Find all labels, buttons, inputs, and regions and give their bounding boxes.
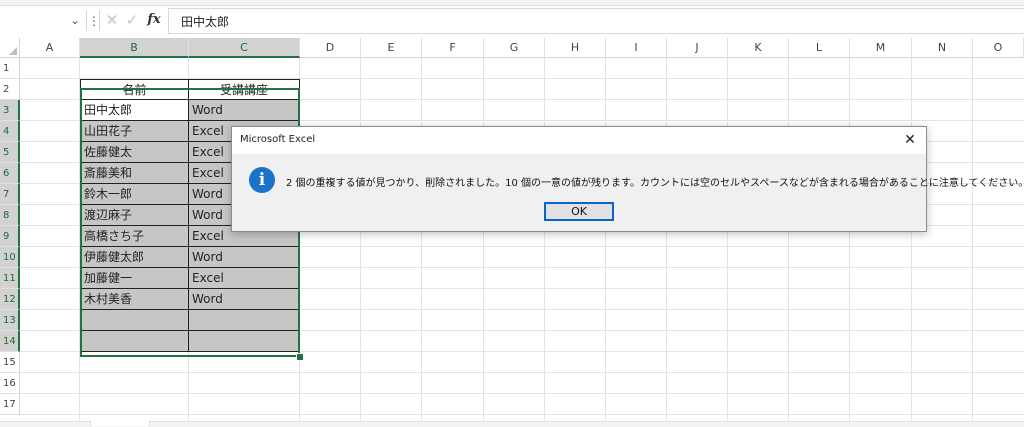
enter-icon[interactable]: ✓: [124, 11, 140, 29]
dialog-message: 2 個の重複する値が見つかり、削除されました。10 個の一意の値が残ります。カウ…: [286, 178, 1024, 189]
ribbon-edge: [0, 0, 1024, 6]
table-cell[interactable]: 加藤健一: [80, 268, 189, 289]
row-header-2[interactable]: 2: [0, 79, 20, 100]
sheet-tab[interactable]: [90, 421, 150, 426]
select-all-button[interactable]: [0, 38, 20, 58]
table-cell[interactable]: [189, 310, 300, 331]
column-header-i[interactable]: I: [606, 38, 667, 58]
table-cell[interactable]: 伊藤健太郎: [80, 247, 189, 268]
formula-input[interactable]: 田中太郎: [168, 8, 1024, 34]
table-cell[interactable]: 高橋さち子: [80, 226, 189, 247]
formula-bar-divider: [86, 10, 87, 31]
row-header-16[interactable]: 16: [0, 373, 20, 394]
row-header-3[interactable]: 3: [0, 100, 20, 121]
gridline-vertical: [360, 58, 361, 422]
gridline-vertical: [727, 58, 728, 422]
column-header-o[interactable]: O: [973, 38, 1024, 58]
close-icon[interactable]: ✕: [898, 130, 922, 150]
chevron-down-icon[interactable]: ⌄: [68, 13, 82, 29]
formula-bar: ⌄ ⋮ ✕ ✓ fx 田中太郎: [0, 0, 1024, 38]
column-header-h[interactable]: H: [545, 38, 606, 58]
table-cell[interactable]: 木村美香: [80, 289, 189, 310]
cancel-icon[interactable]: ✕: [104, 11, 120, 29]
gridline-horizontal: [20, 372, 1024, 373]
dialog-titlebar: Microsoft Excel ✕: [232, 127, 926, 154]
table-cell[interactable]: 鈴木一郎: [80, 184, 189, 205]
table-cell[interactable]: 佐藤健太: [80, 142, 189, 163]
column-header-d[interactable]: D: [300, 38, 361, 58]
row-header-8[interactable]: 8: [0, 205, 20, 226]
table-cell[interactable]: Excel: [189, 268, 300, 289]
gridline-vertical: [849, 58, 850, 422]
gridline-vertical: [911, 58, 912, 422]
table-cell[interactable]: [80, 331, 189, 352]
gridline-vertical: [483, 58, 484, 422]
table-cell[interactable]: 斎藤美和: [80, 163, 189, 184]
table-header-cell[interactable]: 受講講座: [189, 79, 300, 100]
row-header-1[interactable]: 1: [0, 58, 20, 79]
table-cell[interactable]: [80, 310, 189, 331]
table-cell[interactable]: Word: [189, 100, 300, 121]
ok-button[interactable]: OK: [544, 202, 614, 221]
column-header-g[interactable]: G: [484, 38, 545, 58]
row-header-6[interactable]: 6: [0, 163, 20, 184]
formula-bar-divider: [99, 10, 100, 31]
table-cell[interactable]: 山田花子: [80, 121, 189, 142]
table-header-cell[interactable]: 名前: [80, 79, 189, 100]
column-header-b[interactable]: B: [80, 38, 189, 58]
gridline-vertical: [605, 58, 606, 422]
message-dialog: Microsoft Excel ✕ i 2 個の重複する値が見つかり、削除されま…: [231, 126, 1024, 232]
formula-value: 田中太郎: [181, 15, 230, 29]
row-header-14[interactable]: 14: [0, 331, 20, 352]
column-header-c[interactable]: C: [189, 38, 300, 58]
row-header-10[interactable]: 10: [0, 247, 20, 268]
row-header-15[interactable]: 15: [0, 352, 20, 373]
row-header-11[interactable]: 11: [0, 268, 20, 289]
row-header-13[interactable]: 13: [0, 310, 20, 331]
gridline-horizontal: [20, 414, 1024, 415]
column-header-a[interactable]: A: [20, 38, 80, 58]
column-header-e[interactable]: E: [361, 38, 422, 58]
row-header-7[interactable]: 7: [0, 184, 20, 205]
row-header-12[interactable]: 12: [0, 289, 20, 310]
table-cell[interactable]: Word: [189, 247, 300, 268]
row-header-4[interactable]: 4: [0, 121, 20, 142]
gridline-vertical: [421, 58, 422, 422]
more-options-icon[interactable]: ⋮: [88, 12, 100, 30]
row-header-9[interactable]: 9: [0, 226, 20, 247]
column-header-f[interactable]: F: [422, 38, 484, 58]
row-header-17[interactable]: 17: [0, 394, 20, 415]
gridline-vertical: [544, 58, 545, 422]
column-header-l[interactable]: L: [789, 38, 850, 58]
column-header-k[interactable]: K: [728, 38, 789, 58]
dialog-title: Microsoft Excel: [240, 134, 316, 145]
gridline-horizontal: [20, 393, 1024, 394]
insert-function-icon[interactable]: fx: [145, 10, 163, 30]
fill-handle[interactable]: [296, 353, 304, 361]
gridline-vertical: [666, 58, 667, 422]
row-header-5[interactable]: 5: [0, 142, 20, 163]
column-header-j[interactable]: J: [667, 38, 728, 58]
gridline-vertical: [788, 58, 789, 422]
info-icon: i: [249, 167, 275, 193]
table-cell[interactable]: Word: [189, 289, 300, 310]
table-cell[interactable]: 田中太郎: [80, 100, 189, 121]
table-cell[interactable]: 渡辺麻子: [80, 205, 189, 226]
sheet-tab-bar: [0, 421, 1024, 427]
table-cell[interactable]: [189, 331, 300, 352]
column-header-n[interactable]: N: [912, 38, 973, 58]
gridline-vertical: [972, 58, 973, 422]
column-header-m[interactable]: M: [850, 38, 912, 58]
